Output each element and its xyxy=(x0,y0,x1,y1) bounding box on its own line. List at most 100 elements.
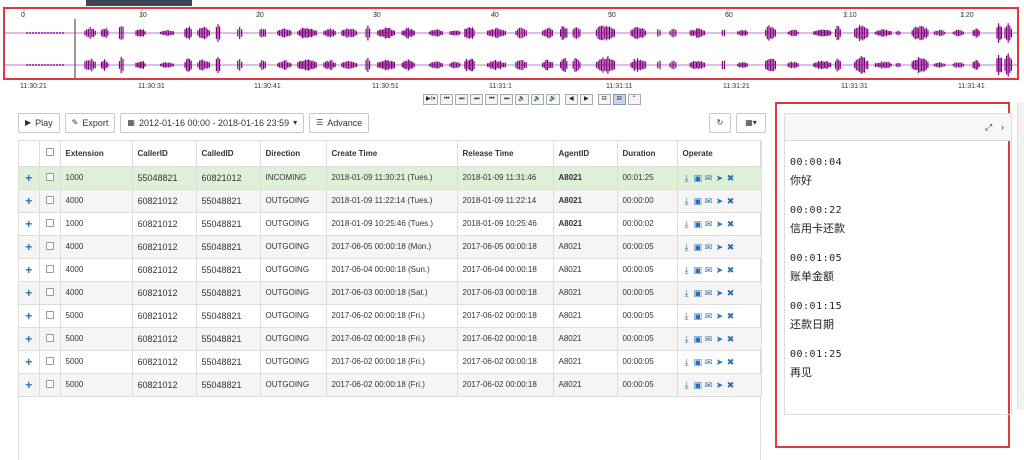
waveform-panel[interactable]: 0 10 20 30 40 50 60 1:10 1:20 xyxy=(3,7,1019,80)
download-icon[interactable]: ⤓ xyxy=(683,334,691,343)
save-icon[interactable]: ▣ xyxy=(694,380,703,389)
tag-icon[interactable]: ➤ xyxy=(716,173,724,182)
table-row[interactable]: +4000 60821012 55048821 OUTGOING 2017-06-05 … xyxy=(19,235,762,259)
collapse-button[interactable]: ⌃ xyxy=(627,94,641,105)
play-pause-button[interactable]: ▶/⏸ xyxy=(423,94,439,105)
expand-icon[interactable]: ⤢ xyxy=(985,122,992,133)
row-checkbox[interactable] xyxy=(45,287,54,296)
save-icon[interactable]: ▣ xyxy=(694,196,703,205)
download-icon[interactable]: ⤓ xyxy=(683,196,691,205)
zoom-fit-button[interactable]: ⊟ xyxy=(612,94,626,105)
mail-icon[interactable]: ✉ xyxy=(705,380,713,389)
mail-icon[interactable]: ✉ xyxy=(705,173,713,182)
download-icon[interactable]: ⤓ xyxy=(683,288,691,297)
transcript-item[interactable]: 00:00:04 你好 xyxy=(790,157,1011,188)
th-agentid[interactable]: AgentID xyxy=(553,141,618,167)
table-row[interactable]: +5000 60821012 55048821 OUTGOING 2017-06-02 … xyxy=(19,304,762,328)
transcript-item[interactable]: 00:01:05 账单金额 xyxy=(790,253,1011,284)
plus-icon[interactable]: + xyxy=(25,217,32,231)
volume-down-button[interactable]: 🔉 xyxy=(515,94,529,105)
export-button[interactable]: ✎ Export xyxy=(64,113,116,133)
mail-icon[interactable]: ✉ xyxy=(705,288,713,297)
plus-icon[interactable]: + xyxy=(25,171,32,185)
select-cell[interactable] xyxy=(39,281,61,305)
transcript-item[interactable]: 00:00:22 信用卡还款 xyxy=(790,205,1011,236)
th-duration[interactable]: Duration xyxy=(617,141,678,167)
page-scrollbar[interactable] xyxy=(1017,102,1024,410)
download-icon[interactable]: ⤓ xyxy=(683,173,691,182)
expand-cell[interactable]: + xyxy=(19,281,40,305)
save-icon[interactable]: ▣ xyxy=(694,288,703,297)
save-icon[interactable]: ▣ xyxy=(694,173,703,182)
table-row[interactable]: +1000 55048821 60821012 INCOMING 2018-01-09 … xyxy=(19,166,762,190)
select-all-checkbox[interactable] xyxy=(45,148,54,157)
table-row[interactable]: +1000 60821012 55048821 OUTGOING 2018-01-09 … xyxy=(19,212,762,236)
table-row[interactable]: +4000 60821012 55048821 OUTGOING 2017-06-03 … xyxy=(19,281,762,305)
volume-up-button[interactable]: 🔊 xyxy=(546,94,560,105)
select-cell[interactable] xyxy=(39,373,61,397)
save-icon[interactable]: ▣ xyxy=(694,265,703,274)
mail-icon[interactable]: ✉ xyxy=(705,357,713,366)
expand-cell[interactable]: + xyxy=(19,350,40,374)
save-icon[interactable]: ▣ xyxy=(694,242,703,251)
select-cell[interactable] xyxy=(39,258,61,282)
row-checkbox[interactable] xyxy=(45,264,54,273)
row-checkbox[interactable] xyxy=(45,379,54,388)
th-calledid[interactable]: CalledID xyxy=(196,141,261,167)
save-icon[interactable]: ▣ xyxy=(694,311,703,320)
plus-icon[interactable]: + xyxy=(25,355,32,369)
select-cell[interactable] xyxy=(39,189,61,213)
play-button[interactable]: ▶ Play xyxy=(18,113,60,133)
mail-icon[interactable]: ✉ xyxy=(705,242,713,251)
save-icon[interactable]: ▣ xyxy=(694,219,703,228)
expand-cell[interactable]: + xyxy=(19,166,40,190)
row-checkbox[interactable] xyxy=(45,333,54,342)
columns-menu-button[interactable]: ▦▾ xyxy=(736,113,766,133)
plus-icon[interactable]: + xyxy=(25,309,32,323)
mail-icon[interactable]: ✉ xyxy=(705,265,713,274)
tag-icon[interactable]: ➤ xyxy=(716,265,724,274)
row-checkbox[interactable] xyxy=(45,172,54,181)
skip-start-button[interactable]: ⏮ xyxy=(440,94,454,105)
next-button[interactable]: ▶ xyxy=(579,94,593,105)
expand-cell[interactable]: + xyxy=(19,304,40,328)
tag-icon[interactable]: ➤ xyxy=(716,334,724,343)
prev-button[interactable]: ◀ xyxy=(564,94,578,105)
mail-icon[interactable]: ✉ xyxy=(705,219,713,228)
volume-mid-button[interactable]: 🔉 xyxy=(530,94,545,105)
date-range-picker[interactable]: ▦ 2012-01-16 00:00 - 2018-01-16 23:59 ▾ xyxy=(120,113,305,133)
save-icon[interactable]: ▣ xyxy=(694,357,703,366)
table-row[interactable]: +4000 60821012 55048821 OUTGOING 2018-01-09 … xyxy=(19,189,762,213)
tag-icon[interactable]: ➤ xyxy=(716,196,724,205)
delete-icon[interactable]: ✖ xyxy=(727,219,735,228)
download-icon[interactable]: ⤓ xyxy=(683,311,691,320)
expand-cell[interactable]: + xyxy=(19,189,40,213)
th-extension[interactable]: Extension xyxy=(60,141,133,167)
th-release-time[interactable]: Release Time xyxy=(457,141,554,167)
delete-icon[interactable]: ✖ xyxy=(727,311,735,320)
table-row[interactable]: +5000 60821012 55048821 OUTGOING 2017-06-02 … xyxy=(19,327,762,351)
tag-icon[interactable]: ➤ xyxy=(716,357,724,366)
save-icon[interactable]: ▣ xyxy=(694,334,703,343)
row-checkbox[interactable] xyxy=(45,356,54,365)
plus-icon[interactable]: + xyxy=(25,378,32,392)
th-create-time[interactable]: Create Time xyxy=(326,141,458,167)
delete-icon[interactable]: ✖ xyxy=(727,242,735,251)
download-icon[interactable]: ⤓ xyxy=(683,242,691,251)
tag-icon[interactable]: ➤ xyxy=(716,219,724,228)
select-cell[interactable] xyxy=(39,212,61,236)
transcript-item[interactable]: 00:01:25 再见 xyxy=(790,349,1011,380)
download-icon[interactable]: ⤓ xyxy=(683,380,691,389)
select-cell[interactable] xyxy=(39,235,61,259)
row-checkbox[interactable] xyxy=(45,195,54,204)
mail-icon[interactable]: ✉ xyxy=(705,196,713,205)
tag-icon[interactable]: ➤ xyxy=(716,242,724,251)
expand-cell[interactable]: + xyxy=(19,258,40,282)
tag-icon[interactable]: ➤ xyxy=(716,380,724,389)
waveform-canvas[interactable] xyxy=(5,9,1017,78)
th-direction[interactable]: Direction xyxy=(260,141,327,167)
select-cell[interactable] xyxy=(39,304,61,328)
table-row[interactable]: +5000 60821012 55048821 OUTGOING 2017-06-02 … xyxy=(19,350,762,374)
th-select-all[interactable] xyxy=(39,141,61,167)
step-forward-button[interactable]: ⏭ xyxy=(500,94,514,105)
